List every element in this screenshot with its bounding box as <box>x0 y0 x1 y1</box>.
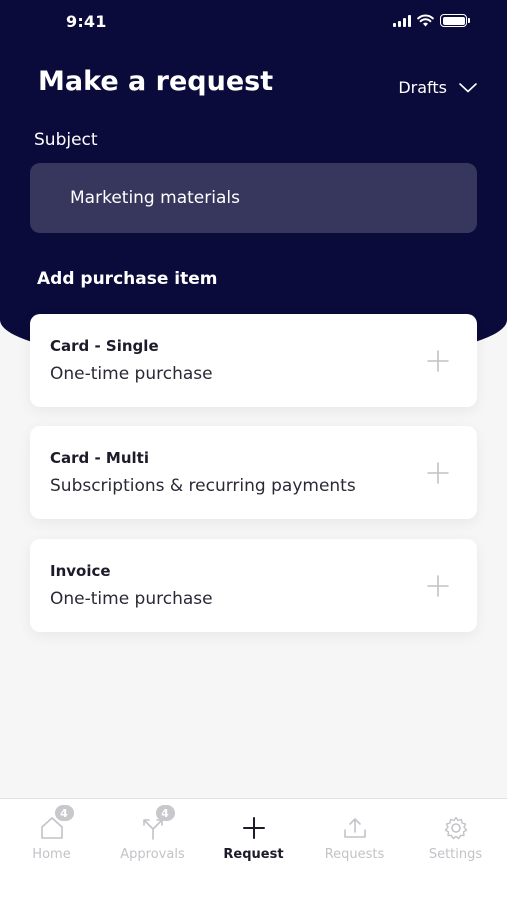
plus-icon[interactable] <box>427 462 449 484</box>
status-bar: 9:41 <box>0 0 507 44</box>
plus-icon <box>242 817 265 839</box>
tab-request[interactable]: Request <box>203 799 304 869</box>
purchase-item-invoice[interactable]: Invoice One-time purchase <box>30 539 477 632</box>
approvals-badge: 4 <box>155 805 175 821</box>
plus-icon[interactable] <box>427 350 449 372</box>
tab-bar: 4 Home 4 Approvals Request Requests Sett… <box>0 798 507 900</box>
wifi-icon <box>417 14 434 27</box>
tab-label: Request <box>223 847 284 862</box>
chevron-down-icon <box>459 82 477 92</box>
upload-tray-icon <box>343 818 366 838</box>
tab-settings[interactable]: Settings <box>405 799 506 869</box>
gear-icon <box>444 816 467 840</box>
battery-icon <box>440 14 470 27</box>
drafts-label: Drafts <box>398 78 447 97</box>
add-purchase-item-label: Add purchase item <box>37 269 218 289</box>
card-subtitle: One-time purchase <box>50 364 213 384</box>
card-subtitle: One-time purchase <box>50 589 213 609</box>
plus-icon[interactable] <box>427 575 449 597</box>
purchase-item-card-single[interactable]: Card - Single One-time purchase <box>30 314 477 407</box>
subject-label: Subject <box>34 130 98 150</box>
status-time: 9:41 <box>66 12 107 31</box>
tab-approvals[interactable]: 4 Approvals <box>102 799 203 869</box>
card-title: Invoice <box>50 562 111 580</box>
tab-label: Requests <box>324 847 385 862</box>
purchase-item-card-multi[interactable]: Card - Multi Subscriptions & recurring p… <box>30 426 477 519</box>
signal-icon <box>393 14 411 27</box>
tab-label: Approvals <box>120 847 185 862</box>
status-icons <box>393 14 470 27</box>
card-subtitle: Subscriptions & recurring payments <box>50 476 356 496</box>
card-title: Card - Multi <box>50 449 149 467</box>
tab-label: Home <box>32 847 71 862</box>
tab-home[interactable]: 4 Home <box>1 799 102 869</box>
tab-requests[interactable]: Requests <box>304 799 405 869</box>
subject-value: Marketing materials <box>70 188 240 208</box>
card-title: Card - Single <box>50 337 159 355</box>
tab-label: Settings <box>428 847 483 862</box>
home-badge: 4 <box>54 805 74 821</box>
drafts-dropdown[interactable]: Drafts <box>398 78 477 97</box>
subject-input[interactable]: Marketing materials <box>30 163 477 233</box>
page-title: Make a request <box>38 66 274 97</box>
